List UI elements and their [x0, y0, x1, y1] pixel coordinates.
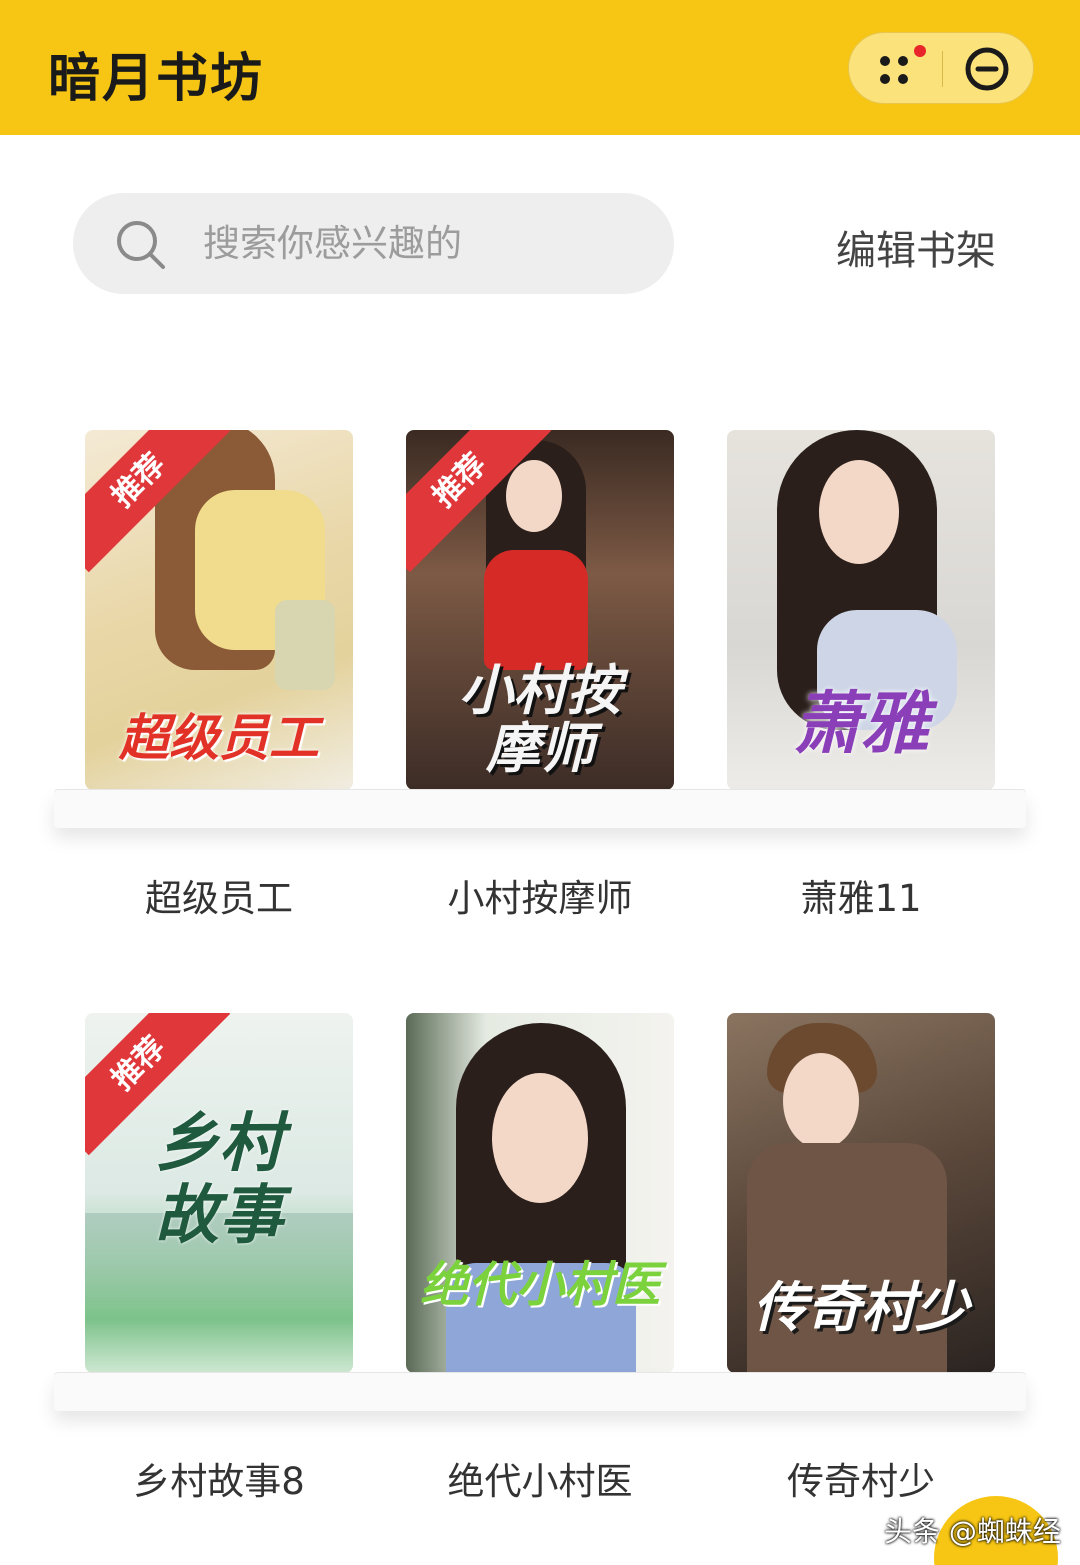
book-title[interactable]: 小村按摩师 — [366, 868, 714, 922]
cover-title: 萧雅 — [792, 685, 929, 764]
book-cover[interactable]: 传奇村少 — [727, 1013, 995, 1373]
book-title[interactable]: 乡村故事8 — [45, 1451, 393, 1505]
cover-title: 超级员工 — [119, 709, 319, 767]
top-bar: 暗月书坊 — [0, 0, 1080, 135]
search-bar[interactable] — [73, 193, 674, 294]
capsule-divider — [942, 51, 943, 87]
more-menu-button[interactable] — [863, 39, 935, 99]
bookshelf-plank — [54, 790, 1026, 828]
search-icon — [117, 221, 165, 269]
book-title[interactable]: 萧雅11 — [687, 868, 1035, 922]
book-title[interactable]: 超级员工 — [45, 868, 393, 922]
cover-title: 传奇村少 — [753, 1276, 969, 1339]
notification-dot — [914, 45, 926, 57]
cover-title: 小村按摩师 — [459, 659, 621, 780]
book-cover[interactable]: 绝代小村医 — [406, 1013, 674, 1373]
cover-title: 绝代小村医 — [419, 1257, 660, 1313]
book-title[interactable]: 绝代小村医 — [366, 1451, 714, 1505]
search-input[interactable] — [203, 213, 643, 273]
bookshelf-plank — [54, 1373, 1026, 1411]
book-cover[interactable]: 超级员工 推荐 — [85, 430, 353, 790]
close-circle-icon — [965, 47, 1009, 91]
more-dots-icon — [880, 45, 926, 84]
close-mini-program-button[interactable] — [957, 39, 1017, 99]
edit-bookshelf-button[interactable]: 编辑书架 — [836, 218, 996, 276]
mini-program-capsule — [848, 32, 1034, 104]
book-cover[interactable]: 乡村故事 推荐 — [85, 1013, 353, 1373]
watermark-text: 头条 @蜘蛛经 — [884, 1515, 1061, 1548]
app-title: 暗月书坊 — [48, 49, 265, 109]
cover-title: 乡村故事 — [155, 1107, 283, 1253]
book-cover[interactable]: 小村按摩师 推荐 — [406, 430, 674, 790]
book-cover[interactable]: 萧雅 — [727, 430, 995, 790]
